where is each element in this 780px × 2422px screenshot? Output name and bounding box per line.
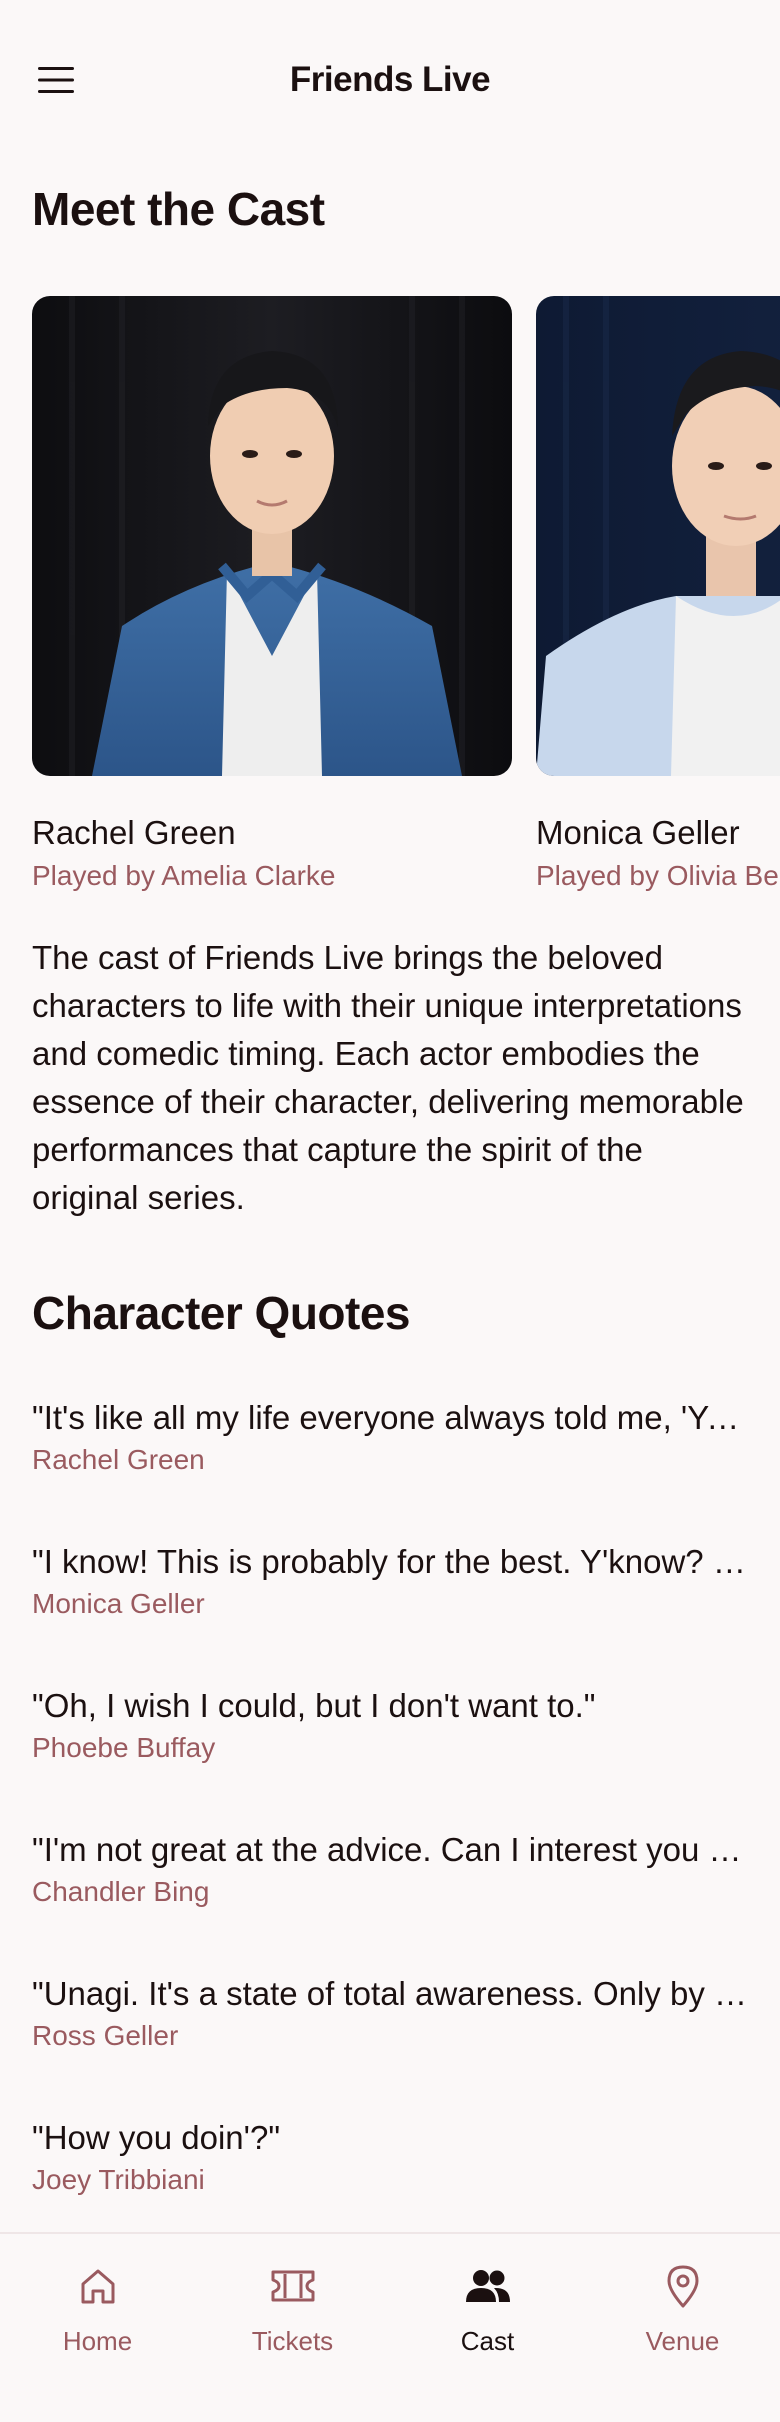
quote-item[interactable]: "I know! This is probably for the best. … xyxy=(32,1540,748,1684)
nav-item-cast[interactable]: Cast xyxy=(390,2234,585,2422)
nav-item-tickets[interactable]: Tickets xyxy=(195,2234,390,2422)
quote-author: Monica Geller xyxy=(32,1588,205,1619)
cast-description: The cast of Friends Live brings the belo… xyxy=(32,939,744,1216)
quote-text: "I'm not great at the advice. Can I inte… xyxy=(32,1831,748,1868)
bottom-nav: Home Tickets Cast Venue xyxy=(0,2232,780,2422)
nav-item-venue[interactable]: Venue xyxy=(585,2234,780,2422)
quote-item[interactable]: "Unagi. It's a state of total awareness.… xyxy=(32,1972,748,2116)
cast-card[interactable]: Monica Geller Played by Olivia Bennett xyxy=(536,296,780,892)
cast-section-title: Meet the Cast xyxy=(32,183,325,235)
quote-item[interactable]: "It's like all my life everyone always t… xyxy=(32,1396,748,1540)
cast-actor: Played by Amelia Clarke xyxy=(32,860,336,891)
nav-label: Tickets xyxy=(251,2326,334,2356)
nav-label: Cast xyxy=(460,2326,515,2356)
quote-item[interactable]: "I'm not great at the advice. Can I inte… xyxy=(32,1828,748,1972)
quote-item[interactable]: "Oh, I wish I could, but I don't want to… xyxy=(32,1684,748,1828)
nav-label: Home xyxy=(62,2326,133,2356)
cast-carousel[interactable]: Rachel Green Played by Amelia Clarke Mon… xyxy=(32,296,780,896)
quotes-section-title: Character Quotes xyxy=(32,1287,411,1339)
quote-text: "I know! This is probably for the best. … xyxy=(32,1543,748,1580)
cast-card[interactable]: Rachel Green Played by Amelia Clarke xyxy=(32,296,512,892)
home-icon xyxy=(74,2262,122,2310)
quote-text: "Oh, I wish I could, but I don't want to… xyxy=(32,1687,596,1724)
cast-photo xyxy=(536,296,780,776)
quote-author: Chandler Bing xyxy=(32,1876,210,1907)
quote-author: Phoebe Buffay xyxy=(32,1732,216,1763)
quote-author: Joey Tribbiani xyxy=(32,2164,205,2195)
people-icon xyxy=(464,2262,512,2310)
cast-actor: Played by Olivia Bennett xyxy=(536,860,780,891)
quote-author: Rachel Green xyxy=(32,1444,205,1475)
menu-icon xyxy=(38,67,74,93)
quotes-list: "It's like all my life everyone always t… xyxy=(32,1396,748,2260)
location-pin-icon xyxy=(659,2262,707,2310)
quote-text: "Unagi. It's a state of total awareness.… xyxy=(32,1975,748,2012)
cast-photo xyxy=(32,296,512,776)
app-title: Friends Live xyxy=(289,60,491,99)
menu-button[interactable] xyxy=(32,56,80,104)
quote-text: "How you doin'?" xyxy=(32,2119,281,2156)
ticket-icon xyxy=(269,2262,317,2310)
cast-name: Rachel Green xyxy=(32,814,236,851)
top-app-bar: Friends Live xyxy=(0,0,780,160)
nav-label: Venue xyxy=(645,2326,720,2356)
cast-name: Monica Geller xyxy=(536,814,740,851)
nav-item-home[interactable]: Home xyxy=(0,2234,195,2422)
quote-author: Ross Geller xyxy=(32,2020,179,2051)
quote-text: "It's like all my life everyone always t… xyxy=(32,1399,748,1436)
